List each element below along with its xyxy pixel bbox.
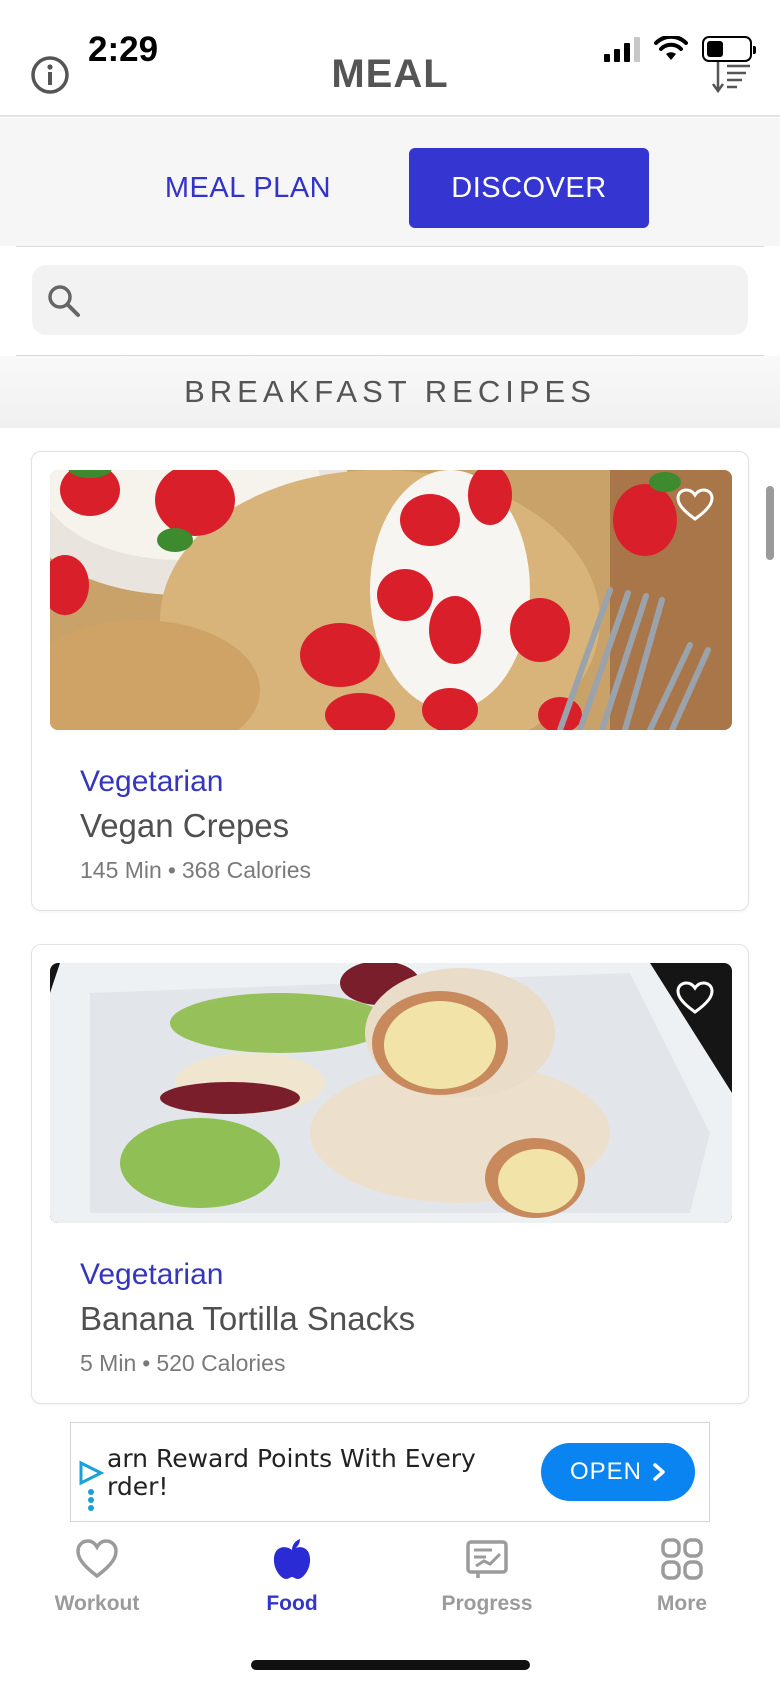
nav-label: More — [656, 1592, 708, 1615]
nav-food[interactable]: Food — [217, 1536, 367, 1646]
favorite-heart-icon[interactable] — [676, 981, 714, 1015]
meta-separator: • — [167, 857, 176, 883]
recipe-category: Vegetarian — [80, 1258, 224, 1291]
ad-open-label: OPEN — [569, 1458, 642, 1485]
heart-icon — [76, 1539, 118, 1579]
recipe-title: Banana Tortilla Snacks — [80, 1300, 416, 1337]
scrollbar[interactable] — [766, 486, 774, 560]
section-title: BREAKFAST RECIPES — [184, 374, 596, 409]
nav-progress[interactable]: Progress — [412, 1536, 562, 1646]
tab-meal-plan[interactable]: MEAL PLAN — [128, 148, 368, 228]
ad-banner[interactable]: arn Reward Points With Every rder! OPEN — [70, 1422, 710, 1522]
recipe-card[interactable]: Vegetarian Vegan Crepes 145 Min • 368 Calo… — [31, 451, 749, 911]
search-area — [16, 246, 764, 356]
recipe-calories: 520 Calories — [156, 1350, 286, 1376]
recipe-category: Vegetarian — [80, 765, 224, 798]
meal-tabs: MEAL PLAN DISCOVER — [0, 118, 780, 246]
recipe-card[interactable]: Vegetarian Banana Tortilla Snacks 5 Min •… — [31, 944, 749, 1404]
recipe-image-banana-tortilla — [50, 963, 732, 1223]
grid-icon — [661, 1538, 703, 1580]
home-indicator[interactable] — [251, 1660, 530, 1670]
recipe-image-crepes — [50, 470, 732, 730]
search-box[interactable] — [32, 265, 748, 335]
apple-icon — [273, 1539, 311, 1579]
favorite-heart-icon[interactable] — [676, 488, 714, 522]
bottom-nav: Workout Food Progress More — [0, 1530, 780, 1650]
recipe-duration: 145 Min — [80, 857, 162, 883]
tab-discover[interactable]: DISCOVER — [409, 148, 649, 228]
nav-label: Progress — [441, 1592, 533, 1615]
chevron-right-icon — [653, 1463, 665, 1481]
sort-icon[interactable] — [710, 60, 752, 94]
ad-open-button[interactable]: OPEN — [541, 1443, 695, 1501]
recipe-title: Vegan Crepes — [80, 807, 290, 844]
nav-workout[interactable]: Workout — [22, 1536, 172, 1646]
nav-more[interactable]: More — [607, 1536, 757, 1646]
page-title: MEAL — [331, 52, 449, 96]
recipe-meta: 145 Min • 368 Calories — [80, 857, 311, 884]
meta-separator: • — [142, 1350, 151, 1376]
ad-text: arn Reward Points With Every rder! — [107, 1444, 476, 1501]
nav-label: Food — [266, 1592, 318, 1615]
top-bar: 2:29 MEAL — [0, 0, 780, 117]
search-input[interactable] — [92, 265, 732, 335]
search-icon — [48, 285, 80, 317]
chart-icon — [466, 1540, 508, 1578]
recipe-calories: 368 Calories — [181, 857, 312, 883]
recipe-duration: 5 Min — [80, 1350, 137, 1376]
section-header: BREAKFAST RECIPES — [0, 356, 780, 428]
recipe-meta: 5 Min • 520 Calories — [80, 1350, 285, 1377]
ad-choices-icon[interactable] — [77, 1459, 105, 1511]
nav-label: Workout — [54, 1592, 140, 1615]
